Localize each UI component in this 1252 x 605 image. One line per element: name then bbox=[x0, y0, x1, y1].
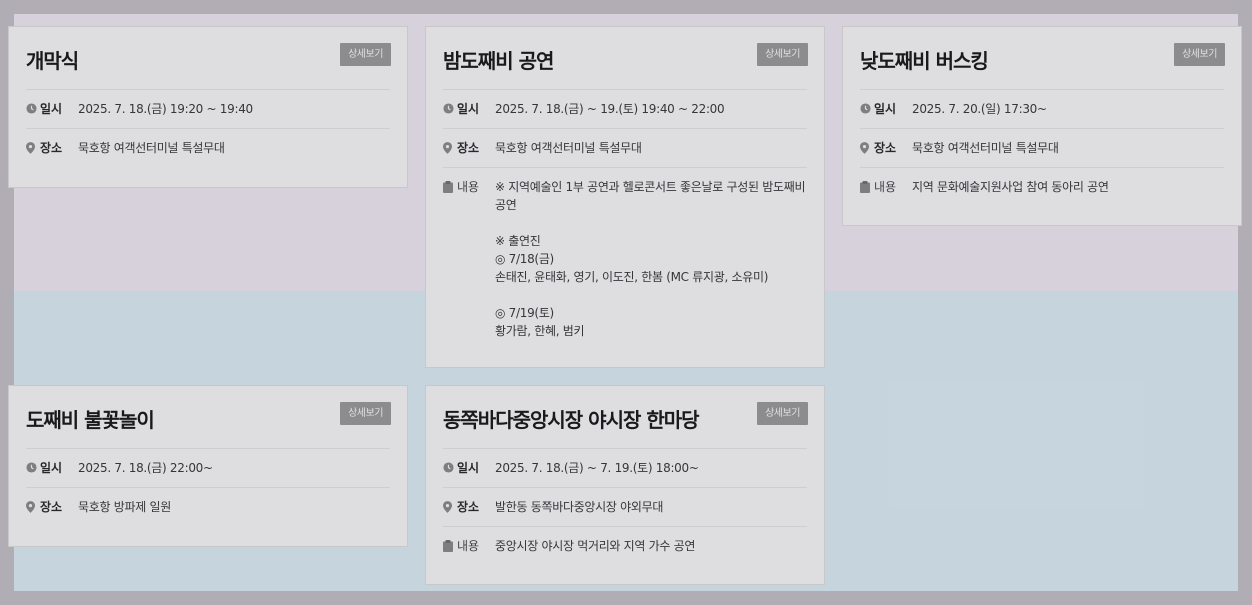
content-label: 내용 bbox=[457, 539, 480, 553]
event-place: 묵호항 방파제 일원 bbox=[78, 500, 171, 514]
detail-button[interactable]: 상세보기 bbox=[340, 43, 391, 66]
event-content-row: 내용 중앙시장 야시장 먹거리와 지역 가수 공연 bbox=[443, 526, 807, 569]
event-date: 2025. 7. 18.(금) ~ 7. 19.(토) 18:00~ bbox=[495, 461, 699, 475]
event-content-row: 내용 ※ 지역예술인 1부 공연과 헬로콘서트 좋은날로 구성된 밤도째비 공연… bbox=[443, 167, 807, 354]
detail-button[interactable]: 상세보기 bbox=[340, 402, 391, 425]
event-title: 도째비 불꽃놀이 bbox=[26, 408, 155, 432]
event-content: 지역 문화예술지원사업 참여 동아리 공연 bbox=[912, 180, 1109, 194]
date-label: 일시 bbox=[457, 461, 480, 475]
event-card-fireworks: 도째비 불꽃놀이 상세보기 일시 2025. 7. 18.(금) 22:00~ … bbox=[8, 385, 408, 547]
detail-button[interactable]: 상세보기 bbox=[757, 43, 808, 66]
event-place: 묵호항 여객선터미널 특설무대 bbox=[78, 141, 225, 155]
location-pin-icon bbox=[26, 498, 40, 516]
place-label: 장소 bbox=[40, 500, 63, 514]
event-title: 밤도째비 공연 bbox=[443, 49, 554, 73]
event-date: 2025. 7. 20.(일) 17:30~ bbox=[912, 102, 1047, 116]
event-place-row: 장소 발한동 동쪽바다중앙시장 야외무대 bbox=[443, 487, 807, 526]
event-card-night-performance: 밤도째비 공연 상세보기 일시 2025. 7. 18.(금) ~ 19.(토)… bbox=[425, 26, 825, 368]
event-place-row: 장소 묵호항 방파제 일원 bbox=[26, 487, 390, 526]
date-label: 일시 bbox=[40, 102, 63, 116]
clipboard-icon bbox=[443, 178, 457, 340]
event-title: 개막식 bbox=[26, 49, 79, 73]
event-date-row: 일시 2025. 7. 18.(금) 19:20 ~ 19:40 bbox=[26, 89, 390, 128]
event-place-row: 장소 묵호항 여객선터미널 특설무대 bbox=[26, 128, 390, 167]
place-label: 장소 bbox=[40, 141, 63, 155]
location-pin-icon bbox=[26, 139, 40, 157]
event-place-row: 장소 묵호항 여객선터미널 특설무대 bbox=[443, 128, 807, 167]
event-place-row: 장소 묵호항 여객선터미널 특설무대 bbox=[860, 128, 1224, 167]
detail-button[interactable]: 상세보기 bbox=[757, 402, 808, 425]
location-pin-icon bbox=[860, 139, 874, 157]
event-title: 낮도째비 버스킹 bbox=[860, 49, 989, 73]
place-label: 장소 bbox=[874, 141, 897, 155]
event-content-row: 내용 지역 문화예술지원사업 참여 동아리 공연 bbox=[860, 167, 1224, 210]
event-title: 동쪽바다중앙시장 야시장 한마당 bbox=[443, 408, 700, 432]
clock-icon bbox=[860, 100, 874, 118]
event-date-row: 일시 2025. 7. 18.(금) ~ 19.(토) 19:40 ~ 22:0… bbox=[443, 89, 807, 128]
content-label: 내용 bbox=[457, 180, 480, 194]
place-label: 장소 bbox=[457, 141, 480, 155]
date-label: 일시 bbox=[457, 102, 480, 116]
clipboard-icon bbox=[860, 178, 874, 196]
content-label: 내용 bbox=[874, 180, 897, 194]
event-date-row: 일시 2025. 7. 18.(금) 22:00~ bbox=[26, 448, 390, 487]
event-content: ※ 지역예술인 1부 공연과 헬로콘서트 좋은날로 구성된 밤도째비 공연 ※ … bbox=[495, 180, 806, 338]
event-date-row: 일시 2025. 7. 20.(일) 17:30~ bbox=[860, 89, 1224, 128]
date-label: 일시 bbox=[874, 102, 897, 116]
event-content: 중앙시장 야시장 먹거리와 지역 가수 공연 bbox=[495, 539, 696, 553]
event-date: 2025. 7. 18.(금) 22:00~ bbox=[78, 461, 213, 475]
event-place: 묵호항 여객선터미널 특설무대 bbox=[912, 141, 1059, 155]
event-place: 묵호항 여객선터미널 특설무대 bbox=[495, 141, 642, 155]
clock-icon bbox=[443, 459, 457, 477]
event-card-day-busking: 낮도째비 버스킹 상세보기 일시 2025. 7. 20.(일) 17:30~ … bbox=[842, 26, 1242, 226]
event-card-night-market: 동쪽바다중앙시장 야시장 한마당 상세보기 일시 2025. 7. 18.(금)… bbox=[425, 385, 825, 585]
date-label: 일시 bbox=[40, 461, 63, 475]
event-card-opening: 개막식 상세보기 일시 2025. 7. 18.(금) 19:20 ~ 19:4… bbox=[8, 26, 408, 188]
event-date: 2025. 7. 18.(금) 19:20 ~ 19:40 bbox=[78, 102, 253, 116]
location-pin-icon bbox=[443, 498, 457, 516]
clipboard-icon bbox=[443, 537, 457, 555]
clock-icon bbox=[26, 459, 40, 477]
event-date-row: 일시 2025. 7. 18.(금) ~ 7. 19.(토) 18:00~ bbox=[443, 448, 807, 487]
event-place: 발한동 동쪽바다중앙시장 야외무대 bbox=[495, 500, 664, 514]
clock-icon bbox=[443, 100, 457, 118]
event-date: 2025. 7. 18.(금) ~ 19.(토) 19:40 ~ 22:00 bbox=[495, 102, 725, 116]
place-label: 장소 bbox=[457, 500, 480, 514]
clock-icon bbox=[26, 100, 40, 118]
detail-button[interactable]: 상세보기 bbox=[1174, 43, 1225, 66]
location-pin-icon bbox=[443, 139, 457, 157]
